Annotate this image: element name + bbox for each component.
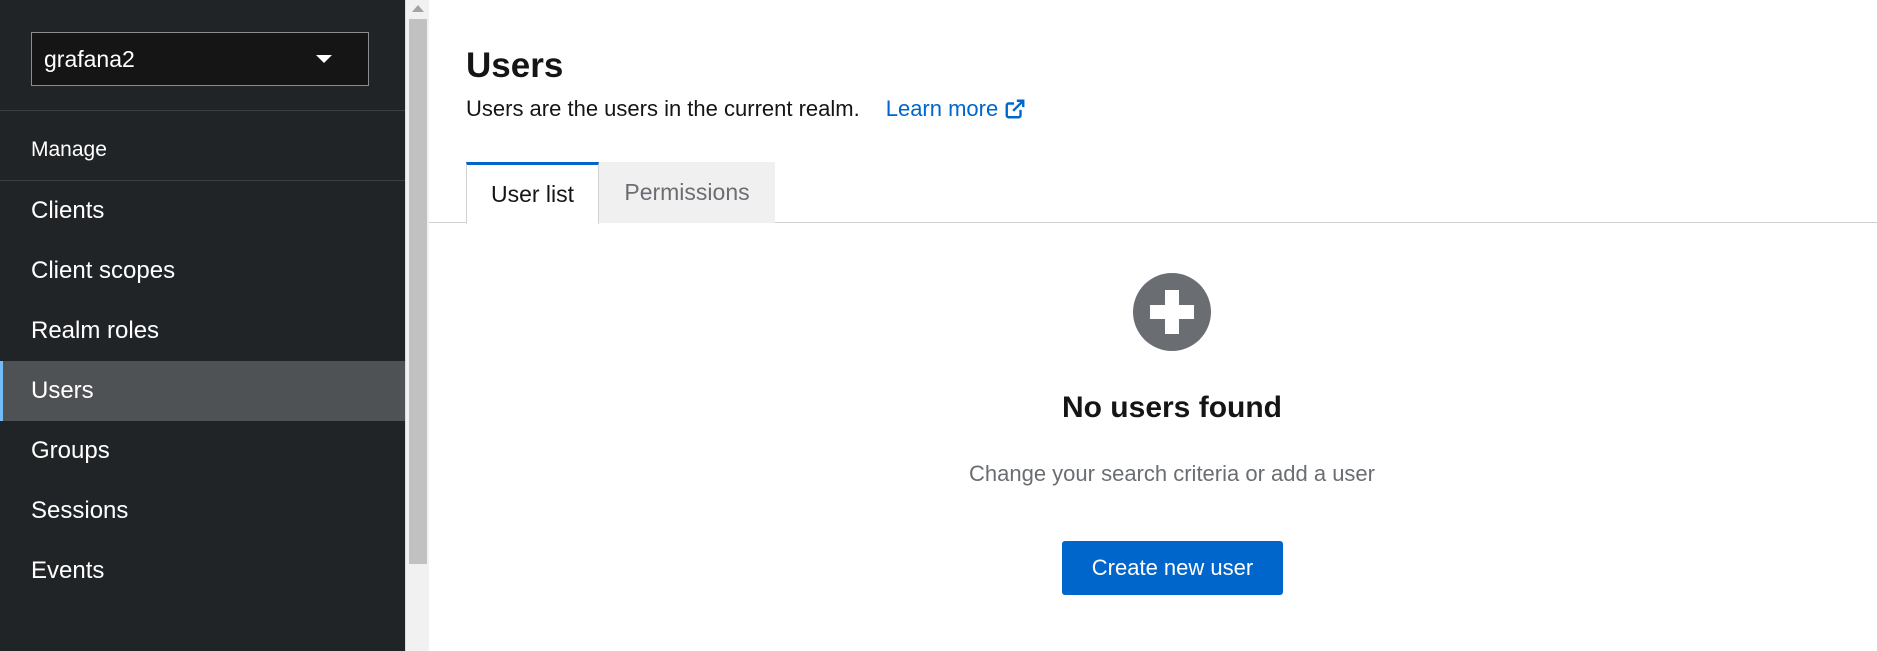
- sidebar-item-realm-roles[interactable]: Realm roles: [0, 301, 405, 361]
- nav-group-label-manage: Manage: [31, 138, 107, 161]
- caret-down-icon: [316, 55, 332, 63]
- sidebar-nav: Clients Client scopes Realm roles Users …: [0, 181, 405, 601]
- create-new-user-button[interactable]: Create new user: [1062, 541, 1283, 595]
- page-description: Users are the users in the current realm…: [466, 96, 1026, 122]
- learn-more-link[interactable]: Learn more: [886, 96, 1027, 122]
- scroll-up-arrow-icon[interactable]: [412, 5, 424, 12]
- external-link-icon: [1005, 99, 1025, 119]
- page-title: Users: [466, 46, 564, 85]
- sidebar-item-clients[interactable]: Clients: [0, 181, 405, 241]
- realm-selector[interactable]: grafana2: [31, 32, 369, 86]
- empty-state-title: No users found: [1061, 391, 1282, 424]
- tab-user-list[interactable]: User list: [466, 162, 599, 224]
- tabs: User list Permissions: [429, 162, 1877, 224]
- sidebar-item-users[interactable]: Users: [0, 361, 405, 421]
- sidebar: grafana2 Manage Clients Client scopes Re…: [0, 0, 405, 651]
- scrollbar-thumb[interactable]: [409, 19, 427, 564]
- sidebar-item-events[interactable]: Events: [0, 541, 405, 601]
- tab-permissions[interactable]: Permissions: [599, 162, 775, 223]
- sidebar-scrollbar[interactable]: [405, 0, 429, 651]
- sidebar-item-groups[interactable]: Groups: [0, 421, 405, 481]
- page-description-text: Users are the users in the current realm…: [466, 96, 860, 121]
- main-content: Users Users are the users in the current…: [429, 0, 1877, 651]
- sidebar-item-sessions[interactable]: Sessions: [0, 481, 405, 541]
- empty-state-body: Change your search criteria or add a use…: [969, 461, 1375, 486]
- learn-more-label: Learn more: [885, 96, 999, 121]
- plus-circle-icon: [1133, 273, 1211, 351]
- sidebar-divider: [0, 110, 405, 111]
- realm-selector-value: grafana2: [44, 45, 135, 72]
- sidebar-item-client-scopes[interactable]: Client scopes: [0, 241, 405, 301]
